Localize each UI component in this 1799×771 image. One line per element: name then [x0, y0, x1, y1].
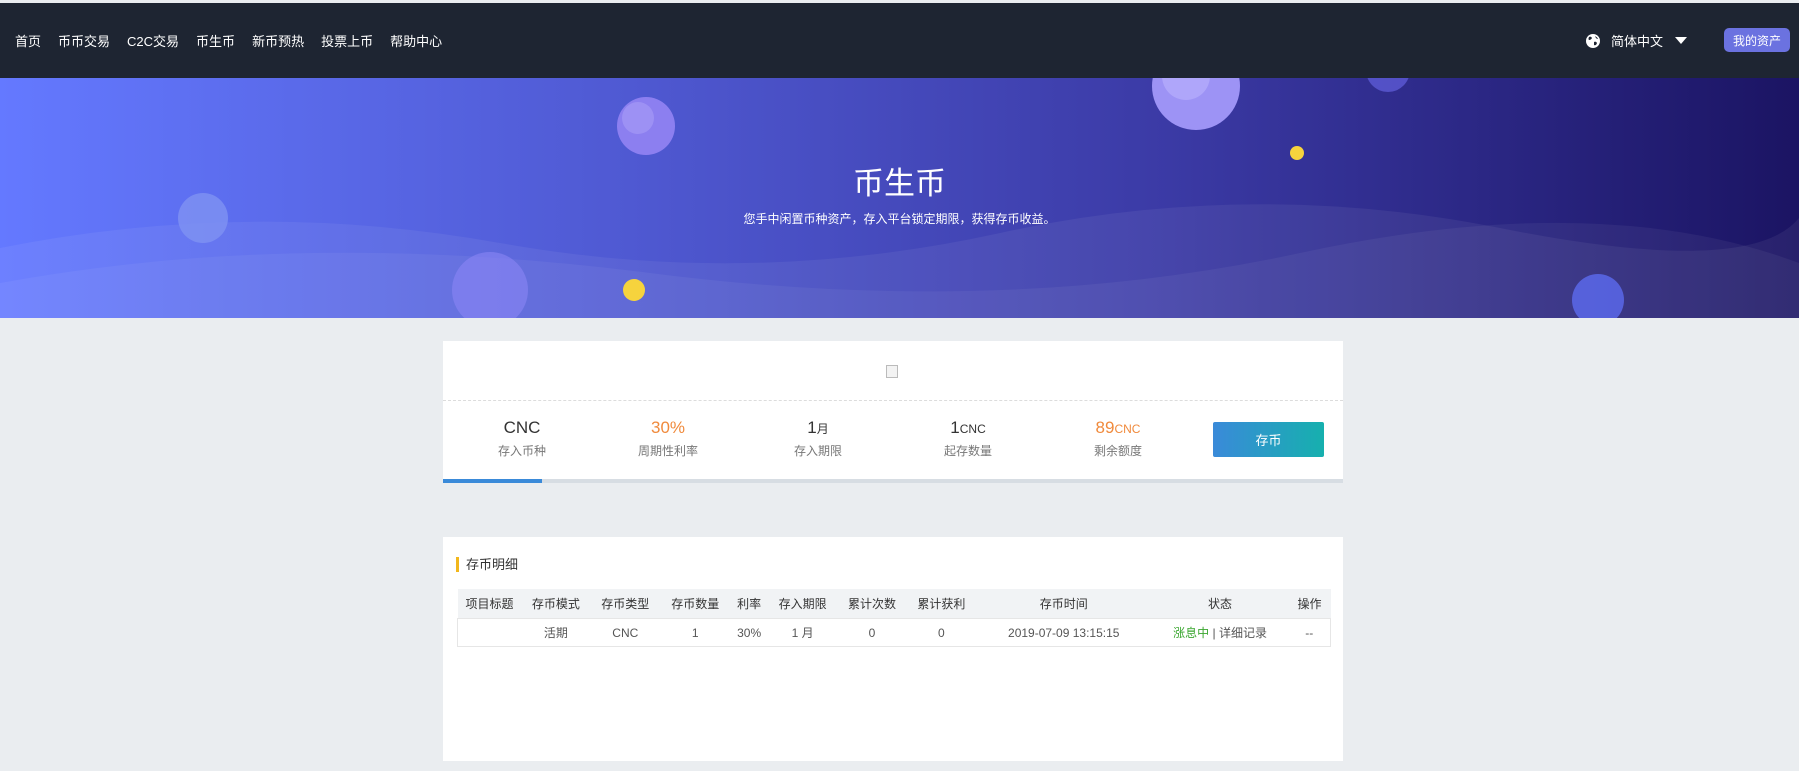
- col-status: 状态: [1151, 589, 1289, 619]
- globe-icon: [1586, 33, 1600, 48]
- nav-c2c-trading[interactable]: C2C交易: [127, 31, 179, 50]
- col-project-title: 项目标题: [457, 589, 522, 619]
- stat-coin: CNC 存入币种: [447, 418, 597, 459]
- nav-coin-earn[interactable]: 币生币: [196, 31, 235, 50]
- cell-time: 2019-07-09 13:15:15: [975, 618, 1152, 647]
- status-badge: 涨息中: [1173, 626, 1210, 640]
- stat-coin-label: 存入币种: [497, 444, 546, 458]
- stat-remaining-number: 89: [1095, 418, 1115, 437]
- table-header-row: 项目标题 存币模式 存币类型 存币数量 利率 存入期限 累计次数 累计获利 存币…: [457, 589, 1331, 619]
- records-table: 项目标题 存币模式 存币类型 存币数量 利率 存入期限 累计次数 累计获利 存币…: [457, 589, 1332, 647]
- cell-amount: 1: [660, 618, 731, 647]
- col-time: 存币时间: [975, 589, 1152, 619]
- nav-help-center[interactable]: 帮助中心: [390, 31, 442, 50]
- chevron-down-icon: [1675, 37, 1688, 44]
- quota-progress-bar: [443, 479, 1343, 483]
- detail-record-link[interactable]: 详细记录: [1219, 626, 1267, 640]
- deposit-records-card: 存币明细 项目标题 存币模式 存币类型 存币数量 利率 存入期限 累计次数 累计…: [443, 537, 1343, 761]
- stat-remaining-label: 剩余额度: [1093, 444, 1142, 458]
- stat-rate: 30% 周期性利率: [593, 418, 743, 459]
- coin-logo-image: [886, 365, 898, 378]
- nav-new-coin-preheat[interactable]: 新币预热: [252, 31, 304, 50]
- stat-min-amount: 1CNC 起存数量: [893, 418, 1043, 459]
- stat-min-unit: CNC: [959, 422, 986, 436]
- main-nav: 首页 币币交易 C2C交易 币生币 新币预热 投票上币 帮助中心: [15, 3, 442, 78]
- col-action: 操作: [1288, 589, 1331, 619]
- nav-vote-listing[interactable]: 投票上币: [321, 31, 373, 50]
- cell-term: 1 月: [768, 618, 838, 647]
- stat-term: 1月 存入期限: [743, 418, 893, 459]
- top-navbar: 首页 币币交易 C2C交易 币生币 新币预热 投票上币 帮助中心 简体中文 我的…: [0, 3, 1799, 78]
- cell-rate: 30%: [730, 618, 769, 647]
- stat-rate-label: 周期性利率: [637, 444, 698, 458]
- col-term: 存入期限: [768, 589, 838, 619]
- hero-banner: 币生币 您手中闲置币种资产，存入平台锁定期限，获得存币收益。: [0, 78, 1799, 318]
- cell-profit: 0: [906, 618, 976, 647]
- stat-remaining: 89CNC 剩余额度: [1043, 418, 1193, 459]
- stat-term-label: 存入期限: [793, 444, 842, 458]
- col-amount: 存币数量: [660, 589, 731, 619]
- col-mode: 存币模式: [521, 589, 591, 619]
- col-profit: 累计获利: [906, 589, 976, 619]
- deposit-product-card: CNC 存入币种 30% 周期性利率 1月 存入期限 1CNC 起存数量 89C…: [443, 341, 1343, 483]
- cell-count: 0: [837, 618, 907, 647]
- col-rate: 利率: [730, 589, 769, 619]
- cell-title: [457, 618, 522, 647]
- quota-progress-fill: [443, 479, 542, 483]
- page-title: 币生币: [853, 166, 946, 201]
- status-separator: |: [1209, 626, 1219, 640]
- nav-home[interactable]: 首页: [15, 31, 41, 50]
- divider: [443, 400, 1343, 401]
- col-type: 存币类型: [590, 589, 661, 619]
- stat-coin-value: CNC: [503, 418, 541, 437]
- language-label: 简体中文: [1611, 34, 1664, 49]
- table-row: 活期 CNC 1 30% 1 月 0 0 2019-07-09 13:15:15…: [457, 618, 1332, 647]
- stat-term-number: 1: [807, 418, 817, 437]
- nav-spot-trading[interactable]: 币币交易: [58, 31, 110, 50]
- stat-remaining-unit: CNC: [1114, 422, 1141, 436]
- cell-action: --: [1288, 618, 1332, 647]
- cell-status: 涨息中 | 详细记录: [1151, 618, 1289, 647]
- section-title: 存币明细: [456, 557, 518, 572]
- my-assets-button[interactable]: 我的资产: [1724, 28, 1790, 52]
- page-subtitle: 您手中闲置币种资产，存入平台锁定期限，获得存币收益。: [743, 212, 1056, 226]
- stat-min-number: 1: [950, 418, 960, 437]
- cell-mode: 活期: [521, 618, 591, 647]
- cell-type: CNC: [590, 618, 661, 647]
- stat-min-label: 起存数量: [943, 444, 992, 458]
- col-count: 累计次数: [837, 589, 907, 619]
- deposit-button[interactable]: 存币: [1213, 422, 1324, 457]
- stat-rate-value: 30%: [650, 418, 686, 437]
- language-selector[interactable]: 简体中文: [1585, 31, 1688, 50]
- stat-term-unit: 月: [816, 422, 829, 436]
